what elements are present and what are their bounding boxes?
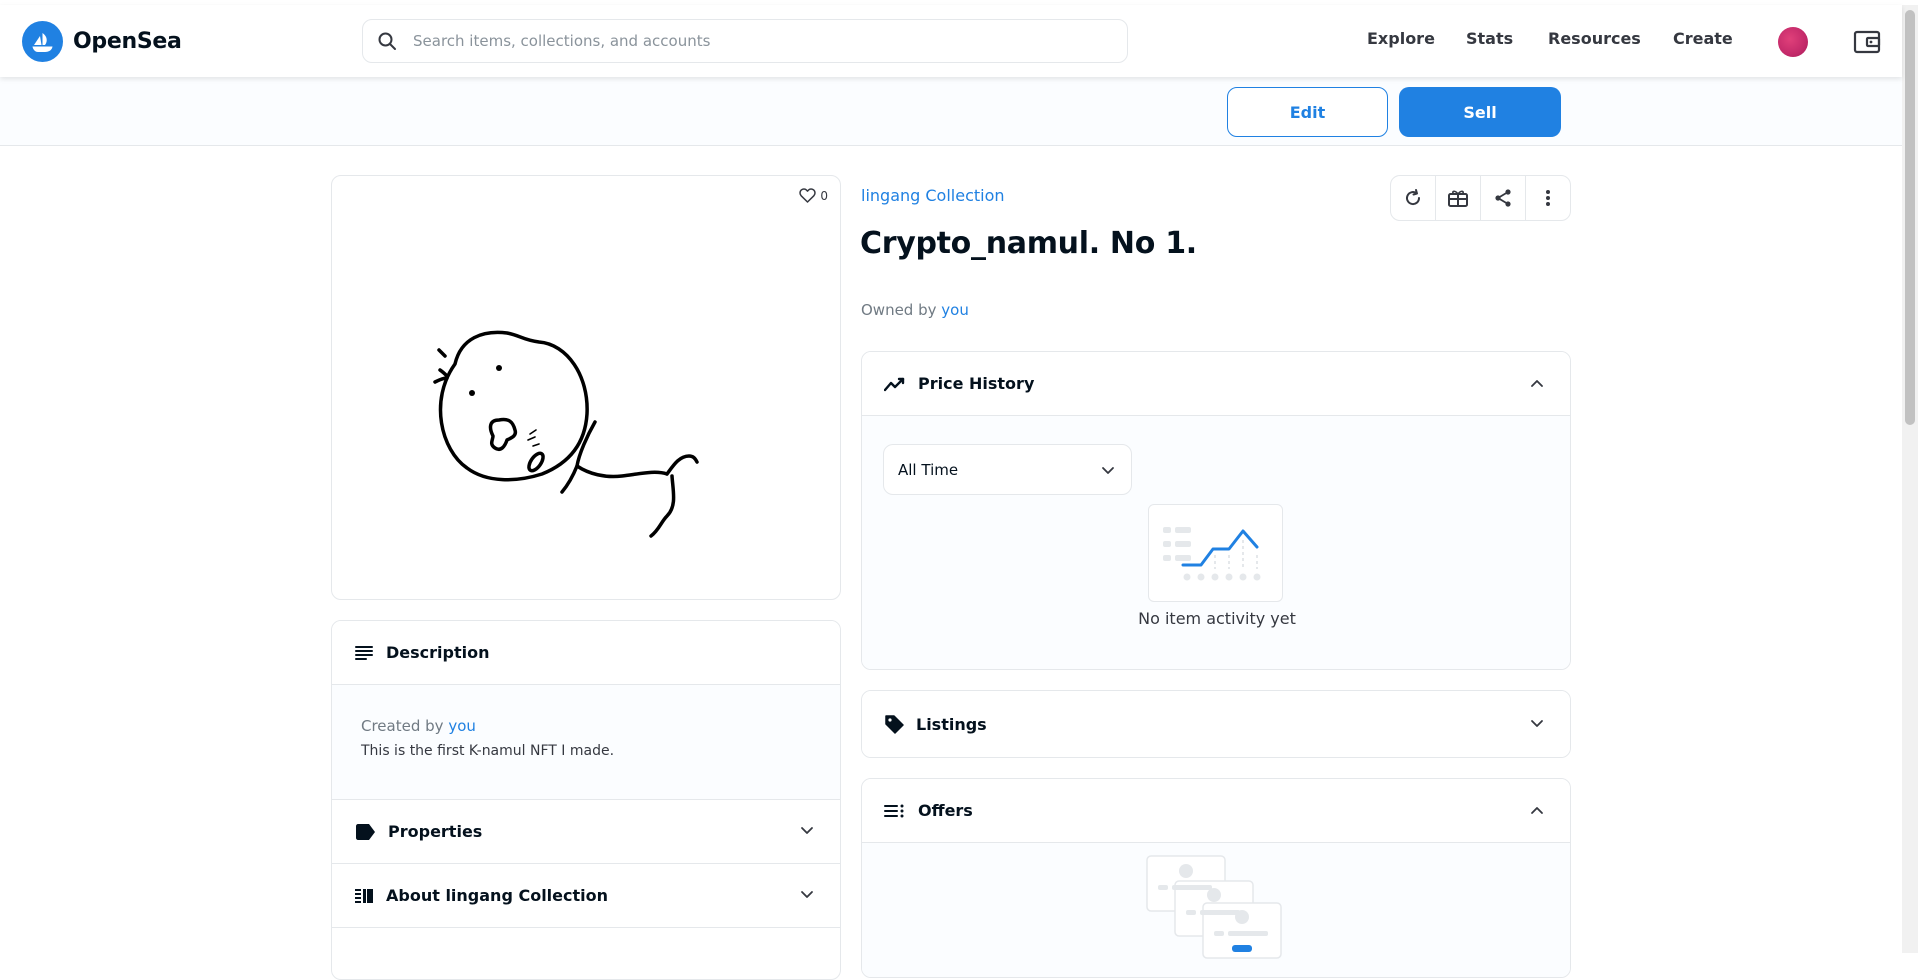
favorite-count: 0 [820, 188, 828, 203]
wallet-icon[interactable] [1853, 29, 1881, 59]
opensea-logo-icon [22, 21, 63, 62]
empty-offers-illustration [1146, 855, 1282, 959]
left-info-panels: Description Created by you This is the f… [331, 620, 841, 980]
offers-header[interactable]: Offers [862, 779, 1570, 843]
share-button[interactable] [1481, 176, 1526, 220]
item-title: Crypto_namul. No 1. [860, 226, 1197, 261]
about-collection-title: About lingang Collection [386, 886, 609, 905]
listings-panel: Listings [861, 690, 1571, 758]
nav-explore[interactable]: Explore [1367, 29, 1435, 48]
nav-create[interactable]: Create [1673, 29, 1733, 48]
user-avatar[interactable] [1778, 27, 1808, 57]
description-header[interactable]: Description [332, 621, 840, 685]
item-image-card: 0 [331, 175, 841, 600]
owner-link[interactable]: you [941, 301, 969, 319]
top-navbar: OpenSea Explore Stats Resources Create [0, 5, 1902, 77]
page-scrollbar-thumb[interactable] [1905, 10, 1915, 425]
search-input[interactable] [411, 31, 1115, 51]
offers-title: Offers [918, 801, 973, 820]
created-by-label: Created by [361, 717, 444, 735]
price-history-header[interactable]: Price History [862, 352, 1570, 416]
about-collection-header[interactable]: About lingang Collection [332, 864, 840, 928]
nav-stats[interactable]: Stats [1466, 29, 1513, 48]
chevron-down-icon [1531, 720, 1543, 727]
description-title: Description [386, 643, 490, 662]
label-tag-icon [356, 823, 375, 840]
gift-icon [1448, 190, 1468, 207]
offers-list-icon [884, 804, 904, 817]
price-history-panel: Price History All Time No item activity … [861, 351, 1571, 670]
no-activity-text: No item activity yet [1138, 609, 1296, 628]
chevron-down-icon [1102, 467, 1114, 474]
chevron-down-icon [801, 891, 813, 898]
period-select-value: All Time [898, 460, 959, 479]
price-history-title: Price History [918, 374, 1035, 393]
more-options-button[interactable] [1526, 176, 1570, 220]
price-history-body: All Time No item activity yet [862, 416, 1570, 669]
owned-by-line: Owned by you [861, 301, 969, 319]
nav-resources[interactable]: Resources [1548, 29, 1641, 48]
listings-title: Listings [916, 714, 987, 734]
creator-link[interactable]: you [448, 717, 476, 735]
edit-button[interactable]: Edit [1227, 87, 1388, 137]
refresh-icon [1406, 189, 1421, 206]
opensea-logo-text: OpenSea [73, 29, 182, 54]
empty-chart-illustration [1148, 504, 1283, 602]
chevron-up-icon [1531, 807, 1543, 814]
favorite-button[interactable]: 0 [799, 188, 828, 203]
opensea-logo[interactable]: OpenSea [22, 21, 182, 62]
created-by-line: Created by you [361, 717, 811, 735]
price-tag-icon [885, 715, 904, 734]
owned-by-label: Owned by [861, 301, 937, 319]
search-icon [378, 32, 396, 50]
nft-artwork[interactable] [427, 316, 747, 546]
collection-link[interactable]: lingang Collection [861, 186, 1005, 205]
search-bar[interactable] [362, 19, 1128, 63]
properties-title: Properties [388, 822, 483, 841]
sell-button[interactable]: Sell [1399, 87, 1561, 137]
listings-header[interactable]: Listings [862, 691, 1570, 757]
transfer-gift-button[interactable] [1436, 176, 1481, 220]
period-select[interactable]: All Time [883, 444, 1132, 495]
offers-body [862, 843, 1570, 977]
chevron-down-icon [801, 827, 813, 834]
more-vertical-icon [1546, 190, 1550, 206]
properties-header[interactable]: Properties [332, 800, 840, 864]
offers-panel: Offers [861, 778, 1571, 978]
trending-line-icon [884, 377, 905, 391]
refresh-metadata-button[interactable] [1391, 176, 1436, 220]
item-action-icons [1390, 175, 1571, 221]
heart-icon [799, 188, 817, 203]
collection-list-icon [355, 888, 373, 903]
share-icon [1495, 189, 1511, 207]
description-text: This is the first K-namul NFT I made. [361, 743, 615, 759]
owner-action-bar: Edit Sell [0, 77, 1902, 146]
description-body: Created by you This is the first K-namul… [332, 685, 840, 800]
chevron-up-icon [1531, 380, 1543, 387]
description-lines-icon [355, 645, 373, 660]
